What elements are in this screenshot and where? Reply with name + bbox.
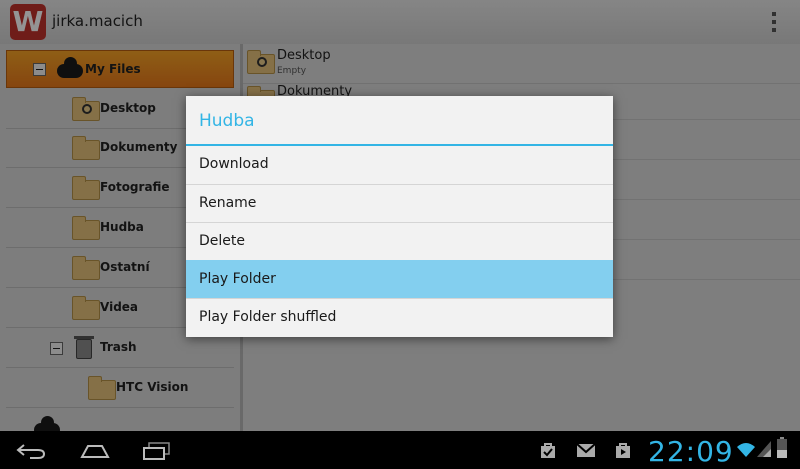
battery-icon (777, 437, 787, 458)
menu-item-label: Rename (199, 195, 257, 211)
recent-apps-icon[interactable] (142, 442, 172, 460)
system-bar: 22:09 (0, 431, 800, 469)
wifi-icon (737, 443, 755, 457)
menu-item-play-folder[interactable]: Play Folder (186, 260, 613, 298)
menu-item-label: Download (199, 156, 269, 172)
market-bag-icon[interactable] (614, 441, 632, 459)
shopping-bag-icon[interactable] (539, 441, 557, 459)
context-menu-dialog: Hudba Download Rename Delete Play Folder… (186, 96, 613, 337)
menu-item-delete[interactable]: Delete (186, 222, 613, 260)
menu-item-label: Delete (199, 233, 245, 249)
menu-item-download[interactable]: Download (186, 146, 613, 184)
menu-item-rename[interactable]: Rename (186, 184, 613, 222)
clock[interactable]: 22:09 (648, 435, 734, 468)
dialog-title: Hudba (199, 111, 255, 131)
menu-item-label: Play Folder shuffled (199, 309, 337, 325)
back-icon[interactable] (16, 443, 46, 459)
menu-item-label: Play Folder (199, 271, 276, 287)
signal-icon (757, 441, 771, 457)
menu-item-play-folder-shuffled[interactable]: Play Folder shuffled (186, 298, 613, 336)
home-icon[interactable] (80, 443, 110, 459)
gmail-icon[interactable] (576, 441, 596, 459)
